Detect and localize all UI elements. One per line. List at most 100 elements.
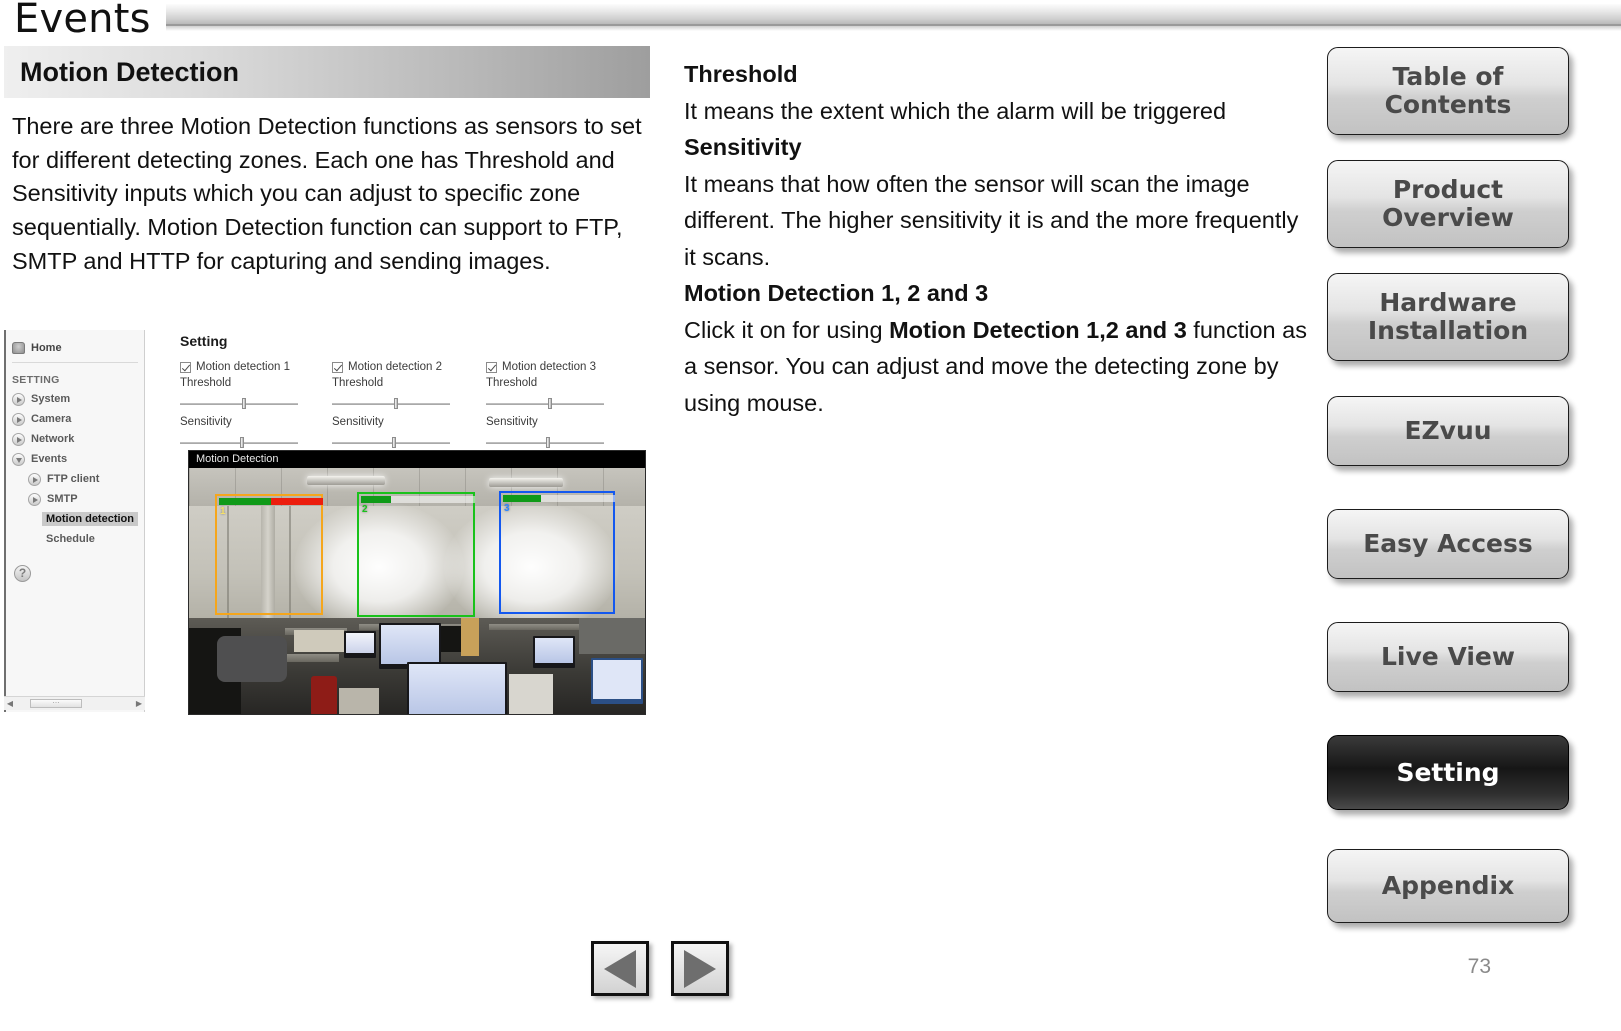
- motion-detection-column-3: Motion detection 3 Threshold Sensitivity: [486, 361, 606, 451]
- scene-cabinet: [591, 658, 643, 704]
- sidebar-button-label: Product Overview: [1382, 175, 1514, 232]
- motion-detection-column-1: Motion detection 1 Threshold Sensitivity: [180, 361, 300, 451]
- chapter-sidebar: Table of Contents Product Overview Hardw…: [1321, 0, 1621, 1031]
- arrow-right-icon: [28, 472, 41, 486]
- sidebar-button-product-overview[interactable]: Product Overview: [1327, 160, 1569, 248]
- sidebar-button-hardware-installation[interactable]: Hardware Installation: [1327, 273, 1569, 361]
- camera-nav-item-label: Schedule: [46, 533, 95, 545]
- sensitivity-label-2: Sensitivity: [332, 416, 384, 428]
- camera-nav-horizontal-scrollbar[interactable]: ◀ ⋯ ▶: [4, 696, 145, 710]
- camera-setting-heading: Setting: [180, 333, 228, 349]
- sidebar-button-easy-access[interactable]: Easy Access: [1327, 509, 1569, 579]
- camera-nav-item-smtp[interactable]: SMTP: [6, 489, 144, 509]
- detection-zone-2-number: 2: [362, 504, 368, 515]
- help-icon: ?: [14, 565, 31, 582]
- slider-track: [180, 403, 298, 405]
- slider-track: [332, 403, 450, 405]
- activity-green-segment: [219, 498, 271, 505]
- sensitivity-label-1: Sensitivity: [180, 416, 232, 428]
- slider-knob[interactable]: [548, 398, 553, 409]
- camera-nav-group-label: SETTING: [12, 374, 60, 386]
- camera-nav-item-camera[interactable]: Camera: [6, 409, 144, 429]
- motion-detection-3-checkbox-row[interactable]: Motion detection 3: [486, 361, 606, 373]
- camera-nav-item-ftp-client[interactable]: FTP client: [6, 469, 144, 489]
- activity-green-segment: [361, 496, 391, 503]
- next-page-button[interactable]: [671, 941, 729, 996]
- camera-nav-item-label: System: [31, 393, 71, 405]
- arrow-right-icon: [684, 949, 716, 988]
- camera-nav-panel: Home SETTING System Camera Network Event…: [4, 330, 145, 712]
- sensitivity-label-3: Sensitivity: [486, 416, 538, 428]
- slider-track: [180, 442, 298, 444]
- sidebar-button-appendix[interactable]: Appendix: [1327, 849, 1569, 923]
- slider-knob[interactable]: [546, 437, 550, 448]
- sidebar-button-ezvuu[interactable]: EZvuu: [1327, 396, 1569, 466]
- threshold-slider-3[interactable]: [486, 396, 606, 412]
- threshold-slider-2[interactable]: [332, 396, 452, 412]
- previous-page-button[interactable]: [591, 941, 649, 996]
- camera-nav-item-label: SMTP: [47, 493, 78, 505]
- sidebar-button-label: Setting: [1396, 757, 1500, 787]
- sensitivity-slider-1[interactable]: [180, 435, 300, 451]
- camera-nav-home[interactable]: Home: [6, 330, 144, 356]
- slider-knob[interactable]: [392, 437, 396, 448]
- sidebar-button-label: Live View: [1381, 642, 1515, 671]
- sidebar-button-table-of-contents[interactable]: Table of Contents: [1327, 47, 1569, 135]
- video-scene: 1 2 3: [189, 468, 645, 714]
- detection-zone-1-number: 1: [220, 506, 226, 517]
- checkbox-checked-icon[interactable]: [332, 361, 343, 373]
- threshold-slider-1[interactable]: [180, 396, 300, 412]
- motion-detection-description: Click it on for using Motion Detection 1…: [684, 312, 1314, 422]
- sensitivity-slider-2[interactable]: [332, 435, 452, 451]
- threshold-heading: Threshold: [684, 61, 798, 87]
- scene-monitor: [533, 636, 575, 668]
- checkbox-checked-icon[interactable]: [486, 361, 497, 373]
- camera-nav-item-schedule[interactable]: Schedule: [6, 529, 144, 549]
- camera-nav-item-network[interactable]: Network: [6, 429, 144, 449]
- scrollbar-thumb[interactable]: ⋯: [30, 699, 82, 708]
- slider-knob[interactable]: [394, 398, 399, 409]
- motion-detection-video-preview[interactable]: Motion Detection 1 2 3: [188, 450, 646, 715]
- motion-detection-2-label: Motion detection 2: [348, 361, 442, 373]
- detection-zone-1[interactable]: 1: [215, 494, 323, 615]
- slider-track: [486, 442, 604, 444]
- motion-detection-1-checkbox-row[interactable]: Motion detection 1: [180, 361, 300, 373]
- page-number: 73: [1467, 955, 1491, 978]
- arrow-down-icon: [12, 452, 25, 466]
- sensitivity-slider-3[interactable]: [486, 435, 606, 451]
- scrollbar-right-arrow-icon[interactable]: ▶: [133, 699, 145, 708]
- detection-zone-3-number: 3: [504, 503, 510, 514]
- threshold-label-1: Threshold: [180, 377, 232, 389]
- arrow-right-icon: [12, 412, 25, 426]
- camera-nav-help[interactable]: ?: [6, 549, 144, 582]
- camera-nav-item-system[interactable]: System: [6, 389, 144, 409]
- activity-empty-segment: [541, 495, 615, 502]
- left-body-paragraph: There are three Motion Detection functio…: [12, 113, 642, 274]
- motion-detection-2-checkbox-row[interactable]: Motion detection 2: [332, 361, 452, 373]
- detection-zone-2[interactable]: 2: [357, 492, 475, 617]
- sensitivity-heading: Sensitivity: [684, 134, 802, 160]
- camera-nav-item-label: Camera: [31, 413, 72, 425]
- camera-nav-item-events[interactable]: Events: [6, 449, 144, 469]
- slider-knob[interactable]: [242, 398, 247, 409]
- detection-zone-3[interactable]: 3: [499, 491, 615, 614]
- camera-nav-divider: [12, 362, 138, 363]
- checkbox-checked-icon[interactable]: [180, 361, 191, 373]
- threshold-label-3: Threshold: [486, 377, 538, 389]
- arrow-right-icon: [12, 392, 25, 406]
- camera-nav-item-motion-detection[interactable]: Motion detection: [6, 509, 144, 529]
- arrow-left-icon: [604, 949, 636, 988]
- home-icon: [12, 342, 25, 354]
- sidebar-button-setting[interactable]: Setting: [1327, 735, 1569, 810]
- scene-ceiling-lamp: [307, 476, 385, 485]
- slider-knob[interactable]: [240, 437, 244, 448]
- camera-nav-item-label: Network: [31, 433, 75, 445]
- scene-red-object: [311, 676, 337, 714]
- slider-track: [486, 403, 604, 405]
- sidebar-button-live-view[interactable]: Live View: [1327, 622, 1569, 692]
- detection-zone-1-activity-bar: [219, 498, 323, 505]
- sensitivity-description: It means that how often the sensor will …: [684, 170, 1299, 270]
- scrollbar-left-arrow-icon[interactable]: ◀: [4, 699, 16, 708]
- activity-empty-segment: [390, 496, 475, 503]
- camera-nav-item-label: FTP client: [47, 473, 100, 485]
